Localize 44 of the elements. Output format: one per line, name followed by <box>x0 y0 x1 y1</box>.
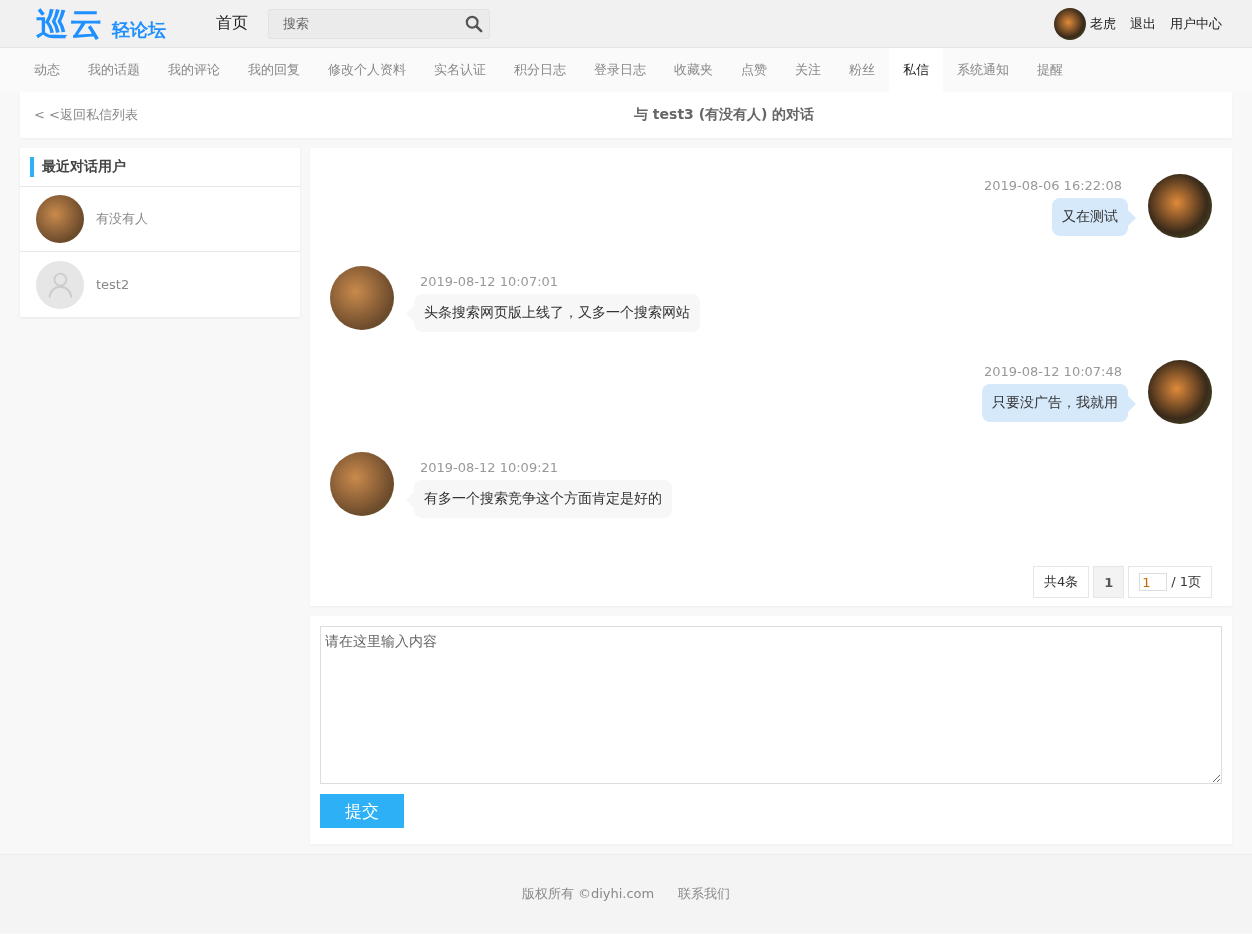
page-count: / 1页 <box>1171 573 1201 591</box>
logo-text[interactable]: 巡云 <box>36 5 104 42</box>
default-avatar-icon <box>36 260 84 309</box>
nav-tab[interactable]: 积分日志 <box>500 48 580 92</box>
contact-link[interactable]: 联系我们 <box>678 885 731 903</box>
nav-tab[interactable]: 登录日志 <box>580 48 660 92</box>
submit-button[interactable]: 提交 <box>320 794 404 828</box>
username-link[interactable]: 老虎 <box>1090 14 1116 33</box>
contact-name[interactable]: test2 <box>96 277 130 292</box>
conversation-title: 与 test3 (有没有人) 的对话 <box>634 106 815 124</box>
page-input[interactable]: 1 <box>1139 573 1168 591</box>
home-link[interactable]: 首页 <box>216 13 248 34</box>
nav-tab[interactable]: 系统通知 <box>943 48 1023 92</box>
back-link[interactable]: < <返回私信列表 <box>34 106 634 124</box>
copyright-text: 版权所有 ©diyhi.com <box>521 885 655 903</box>
nav-tab[interactable]: 私信 <box>889 48 943 92</box>
total-count: 共4条 <box>1032 566 1090 598</box>
nav-tab[interactable]: 动态 <box>20 48 74 92</box>
nav-tab[interactable]: 收藏夹 <box>660 48 727 92</box>
nav-tab[interactable]: 我的话题 <box>74 48 154 92</box>
nav-tab[interactable]: 点赞 <box>727 48 781 92</box>
nav-tab[interactable]: 实名认证 <box>420 48 500 92</box>
user-center-link[interactable]: 用户中心 <box>1170 14 1222 33</box>
message-time: 2019-08-06 16:22:08 <box>982 178 1123 193</box>
nav-tab[interactable]: 粉丝 <box>835 48 889 92</box>
nav-tab[interactable]: 修改个人资料 <box>314 48 420 92</box>
page-button[interactable]: 1 <box>1093 566 1125 598</box>
search-input[interactable]: 搜索 <box>281 15 465 32</box>
nav-tab[interactable]: 我的评论 <box>154 48 234 92</box>
contact-name[interactable]: 有没有人 <box>96 210 148 228</box>
message-time: 2019-08-12 10:07:48 <box>982 364 1123 379</box>
nav-tab[interactable]: 我的回复 <box>234 48 314 92</box>
nav-tab[interactable]: 提醒 <box>1023 48 1077 92</box>
message-time: 2019-08-12 10:07:01 <box>419 274 560 289</box>
avatar-photo-placeholder <box>1054 7 1086 40</box>
message-input[interactable]: 请在这里输入内容 <box>320 626 1222 784</box>
nav-tab[interactable]: 关注 <box>781 48 835 92</box>
sidebar-title: 最近对话用户 <box>42 158 126 176</box>
logout-link[interactable]: 退出 <box>1130 14 1156 33</box>
search-bar[interactable]: 搜索 <box>268 8 490 39</box>
message-time: 2019-08-12 10:09:21 <box>419 460 560 475</box>
avatar-photo-placeholder <box>36 195 84 243</box>
search-icon[interactable] <box>465 14 483 33</box>
logo-subtitle: 轻论坛 <box>112 17 166 42</box>
